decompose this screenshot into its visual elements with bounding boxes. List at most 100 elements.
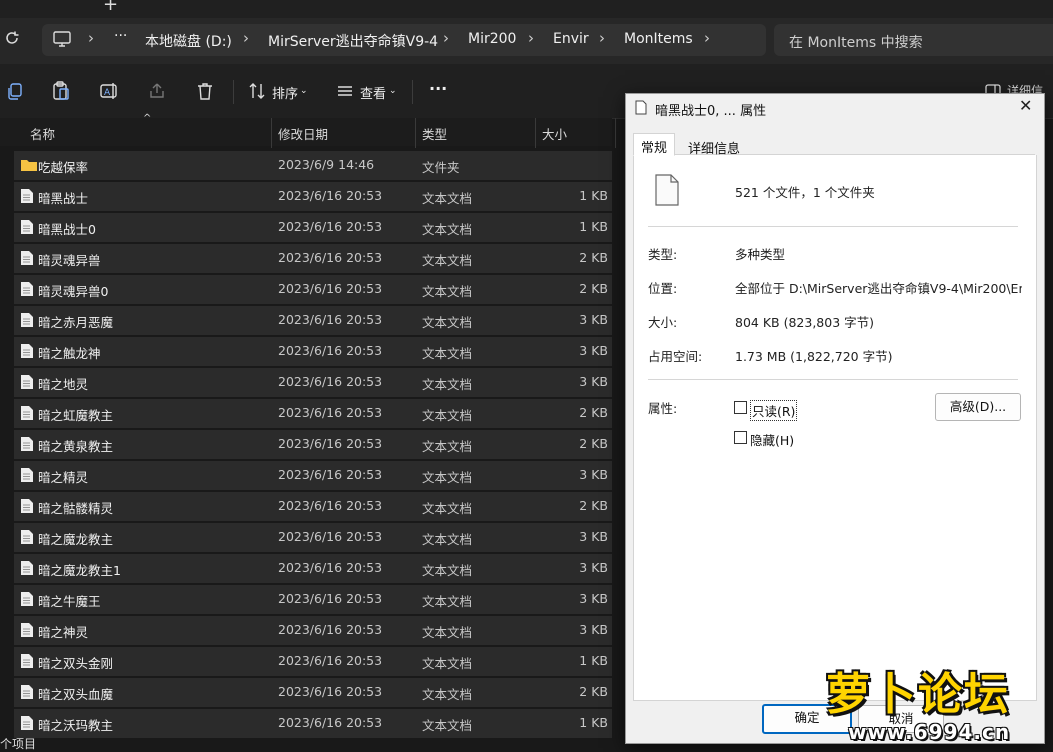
file-row[interactable]: 暗之神灵 2023/6/16 20:53 文本文档 3 KB [14, 616, 612, 645]
file-type: 文本文档 [422, 532, 473, 547]
sort-button[interactable]: 排序 [272, 83, 298, 102]
file-row[interactable]: 暗之双头血魔 2023/6/16 20:53 文本文档 2 KB [14, 678, 612, 707]
tab-general[interactable]: 常规 [633, 133, 676, 156]
share-icon[interactable] [146, 80, 168, 102]
file-row[interactable]: 暗之精灵 2023/6/16 20:53 文本文档 3 KB [14, 461, 612, 490]
column-name[interactable]: 名称 [30, 124, 55, 143]
file-date: 2023/6/16 20:53 [278, 188, 383, 203]
file-row[interactable]: 暗之黄泉教主 2023/6/16 20:53 文本文档 2 KB [14, 430, 612, 459]
chevron-right-icon[interactable]: › [704, 29, 710, 47]
toolbar-separator [233, 80, 234, 104]
readonly-checkbox[interactable] [734, 401, 747, 414]
file-row[interactable]: 暗黑战士 2023/6/16 20:53 文本文档 1 KB [14, 182, 612, 211]
tab-details[interactable]: 详细信息 [681, 135, 747, 160]
paste-icon[interactable] [50, 80, 72, 102]
file-name: 暗之牛魔王 [38, 594, 101, 609]
column-type[interactable]: 类型 [422, 124, 447, 143]
file-row[interactable]: 暗之骷髅精灵 2023/6/16 20:53 文本文档 2 KB [14, 492, 612, 521]
breadcrumb-item[interactable]: 本地磁盘 (D:) [145, 31, 232, 51]
text-file-icon [20, 622, 34, 638]
file-row[interactable]: 暗之沃玛教主 2023/6/16 20:53 文本文档 1 KB [14, 709, 612, 738]
file-name: 暗之魔龙教主 [38, 532, 114, 547]
file-row[interactable]: 吃越保率 2023/6/9 14:46 文件夹 [14, 151, 612, 180]
chevron-right-icon: › [528, 29, 534, 47]
refresh-icon[interactable] [4, 30, 24, 50]
file-row[interactable]: 暗之双头金刚 2023/6/16 20:53 文本文档 1 KB [14, 647, 612, 676]
file-type: 文本文档 [422, 284, 473, 299]
file-size: 2 KB [579, 498, 608, 513]
file-row[interactable]: 暗灵魂异兽 2023/6/16 20:53 文本文档 2 KB [14, 244, 612, 273]
view-icon[interactable] [334, 80, 356, 102]
file-date: 2023/6/16 20:53 [278, 250, 383, 265]
new-tab-icon[interactable]: + [103, 0, 118, 15]
chevron-down-icon: ⌄ [300, 86, 308, 96]
file-row[interactable]: 暗黑战士0 2023/6/16 20:53 文本文档 1 KB [14, 213, 612, 242]
svg-text:A: A [104, 88, 111, 98]
column-divider[interactable] [535, 118, 536, 148]
file-type: 文本文档 [422, 191, 473, 206]
file-type: 文本文档 [422, 501, 473, 516]
file-row[interactable]: 暗灵魂异兽0 2023/6/16 20:53 文本文档 2 KB [14, 275, 612, 304]
multiple-files-icon [652, 172, 682, 212]
column-divider[interactable] [271, 118, 272, 148]
file-name: 暗黑战士0 [38, 222, 96, 237]
document-icon [635, 100, 647, 115]
text-file-icon [20, 467, 34, 483]
file-row[interactable]: 暗之虹魔教主 2023/6/16 20:53 文本文档 2 KB [14, 399, 612, 428]
column-divider[interactable] [615, 118, 616, 148]
chevron-right-icon: › [599, 29, 605, 47]
file-type: 文本文档 [422, 470, 473, 485]
rename-icon[interactable]: A [98, 80, 120, 102]
breadcrumb-more[interactable]: ··· [114, 28, 127, 44]
breadcrumb-item[interactable]: Envir [553, 31, 589, 47]
more-options-button[interactable]: ··· [429, 79, 447, 98]
file-row[interactable]: 暗之牛魔王 2023/6/16 20:53 文本文档 3 KB [14, 585, 612, 614]
this-pc-icon[interactable] [52, 30, 72, 52]
file-list: 吃越保率 2023/6/9 14:46 文件夹 暗黑战士 2023/6/16 20:53… [14, 151, 612, 740]
column-divider[interactable] [415, 118, 416, 148]
breadcrumb-item[interactable]: Mir200 [468, 31, 516, 47]
file-row[interactable]: 暗之赤月恶魔 2023/6/16 20:53 文本文档 3 KB [14, 306, 612, 335]
file-size: 3 KB [579, 312, 608, 327]
close-icon[interactable]: ✕ [1019, 96, 1032, 115]
file-size: 2 KB [579, 684, 608, 699]
file-date: 2023/6/16 20:53 [278, 653, 383, 668]
text-file-icon [20, 281, 34, 297]
readonly-label[interactable]: 只读(R) [750, 400, 798, 421]
file-size: 3 KB [579, 529, 608, 544]
hidden-checkbox[interactable] [734, 431, 747, 444]
file-name: 暗之魔龙教主1 [38, 563, 121, 578]
breadcrumb-item[interactable]: MirServer逃出夺命镇V9-4 [268, 31, 438, 51]
size-value: 804 KB (823,803 字节) [735, 315, 874, 330]
text-file-icon [20, 653, 34, 669]
file-row[interactable]: 暗之魔龙教主1 2023/6/16 20:53 文本文档 3 KB [14, 554, 612, 583]
file-name: 暗之双头血魔 [38, 687, 114, 702]
file-date: 2023/6/16 20:53 [278, 684, 383, 699]
file-row[interactable]: 暗之魔龙教主 2023/6/16 20:53 文本文档 3 KB [14, 523, 612, 552]
text-file-icon [20, 529, 34, 545]
column-date[interactable]: 修改日期 [278, 124, 328, 143]
file-type: 文件夹 [422, 160, 460, 175]
file-date: 2023/6/16 20:53 [278, 467, 383, 482]
watermark-logo: 萝卜论坛 [826, 669, 1010, 720]
breadcrumb-item[interactable]: MonItems [624, 31, 693, 47]
file-size: 2 KB [579, 281, 608, 296]
file-date: 2023/6/16 20:53 [278, 560, 383, 575]
file-row[interactable]: 暗之触龙神 2023/6/16 20:53 文本文档 3 KB [14, 337, 612, 366]
copy-icon[interactable] [4, 80, 26, 102]
file-date: 2023/6/16 20:53 [278, 405, 383, 420]
chevron-right-icon: › [88, 29, 94, 47]
file-size: 3 KB [579, 343, 608, 358]
file-row[interactable]: 暗之地灵 2023/6/16 20:53 文本文档 3 KB [14, 368, 612, 397]
file-name: 吃越保率 [38, 160, 89, 175]
column-size[interactable]: 大小 [542, 124, 567, 143]
hidden-label[interactable]: 隐藏(H) [750, 430, 794, 449]
chevron-right-icon: › [443, 29, 449, 47]
text-file-icon [20, 560, 34, 576]
sort-icon[interactable] [246, 80, 268, 102]
delete-icon[interactable] [194, 80, 216, 102]
file-date: 2023/6/16 20:53 [278, 219, 383, 234]
view-button[interactable]: 查看 [360, 83, 386, 102]
folder-icon [20, 157, 37, 173]
advanced-button[interactable]: 高级(D)... [935, 393, 1021, 421]
